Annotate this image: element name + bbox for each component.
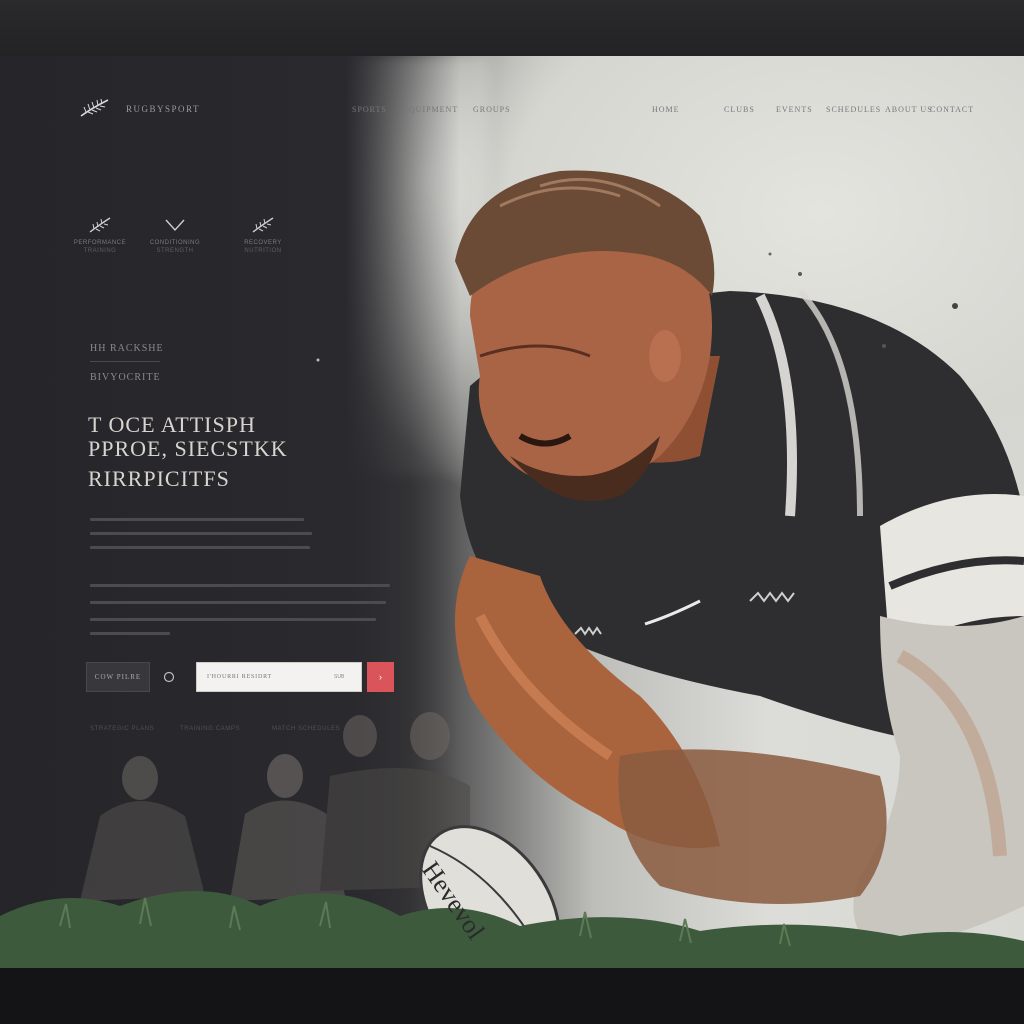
landing-page: Hevevol RUGBYSPORT SPORTS EQUIPMENT GROU…: [0, 56, 1024, 968]
brand-name[interactable]: RUGBYSPORT: [126, 104, 200, 114]
paragraph-line: [90, 618, 376, 621]
nav-item-events[interactable]: EVENTS: [776, 105, 813, 114]
feature-sublabel: NUTRITION: [244, 248, 282, 254]
paragraph-line: [90, 532, 312, 535]
paragraph-line: [90, 601, 386, 604]
headline-line-2: PPROE, SIECSTKK: [88, 436, 288, 461]
hero-illustration: [0, 170, 1024, 968]
nav-item-left-1[interactable]: SPORTS: [352, 105, 387, 114]
paragraph-line: [90, 584, 390, 587]
paragraph-line: [90, 518, 304, 521]
fern-icon: [89, 217, 111, 233]
paragraph-line: [90, 632, 170, 635]
nav-item-clubs[interactable]: CLUBS: [724, 105, 755, 114]
headline-line-1: T OCE ATTISPH: [88, 412, 256, 437]
chevron-down-icon: [165, 219, 185, 232]
footer-link-3[interactable]: MATCH SCHEDULES: [272, 726, 340, 732]
fern-icon[interactable]: [78, 96, 112, 120]
feature-item-3[interactable]: RECOVERY NUTRITION: [218, 214, 308, 254]
nav-item-contact[interactable]: CONTACT: [930, 105, 974, 114]
browser-frame-bottom: [0, 968, 1024, 1024]
background-players: [80, 712, 470, 901]
browser-frame-top: [0, 0, 1024, 56]
footer-link-2[interactable]: TRAINING CAMPS: [180, 726, 240, 732]
nav-item-left-3[interactable]: GROUPS: [473, 105, 511, 114]
nav-item-schedules[interactable]: SCHEDULES: [826, 105, 881, 114]
submit-button[interactable]: ›: [367, 662, 394, 692]
headline-line-3: RIRRPICITFS: [88, 466, 230, 491]
paragraph-line: [90, 546, 310, 549]
feature-label: CONDITIONING: [149, 240, 201, 246]
nav-item-about[interactable]: ABOUT US: [885, 105, 933, 114]
fern-icon: [252, 217, 274, 233]
feature-sublabel: STRENGTH: [156, 248, 194, 254]
cta-button[interactable]: COW PILRE: [86, 662, 150, 692]
feature-item-2[interactable]: CONDITIONING STRENGTH: [130, 214, 220, 254]
nav-item-home[interactable]: HOME: [652, 105, 680, 114]
footer-link-1[interactable]: STRATEGIC PLANS: [90, 726, 154, 732]
divider: [90, 361, 160, 362]
feature-label: RECOVERY: [244, 240, 282, 246]
eyebrow-line-1: HH RACKSHE: [90, 343, 164, 354]
eyebrow-line-2: BIVYOCRITE: [90, 372, 161, 383]
circle-icon[interactable]: [162, 670, 176, 684]
nav-item-left-2[interactable]: EQUIPMENT: [403, 105, 458, 114]
email-hint: SUB: [334, 674, 345, 680]
